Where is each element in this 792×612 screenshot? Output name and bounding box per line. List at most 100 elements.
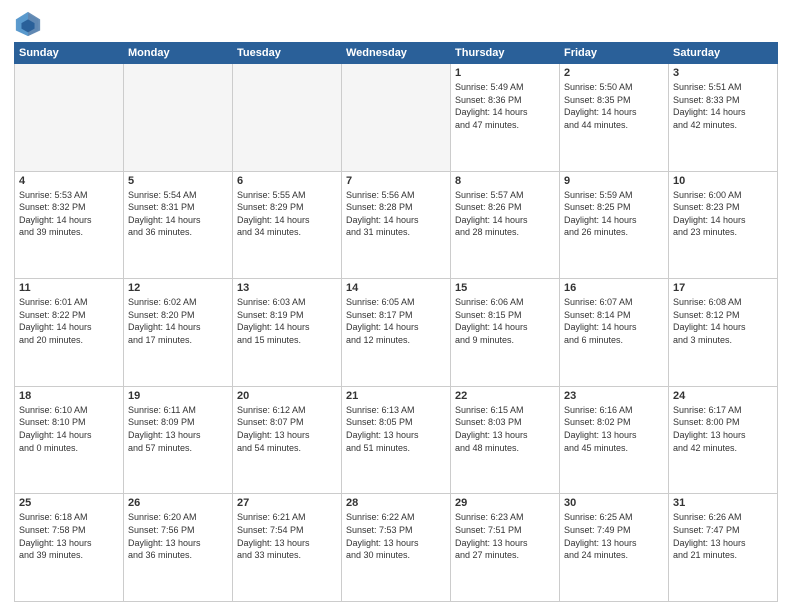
day-number: 15 bbox=[455, 282, 555, 294]
day-number: 13 bbox=[237, 282, 337, 294]
day-cell: 3 Sunrise: 5:51 AMSunset: 8:33 PMDaylight… bbox=[669, 64, 778, 172]
day-number: 11 bbox=[19, 282, 119, 294]
day-info: Sunrise: 5:54 AMSunset: 8:31 PMDaylight:… bbox=[128, 189, 228, 239]
day-info: Sunrise: 5:53 AMSunset: 8:32 PMDaylight:… bbox=[19, 189, 119, 239]
day-info: Sunrise: 5:50 AMSunset: 8:35 PMDaylight:… bbox=[564, 81, 664, 131]
logo-icon bbox=[14, 10, 42, 38]
day-cell: 5Sunrise: 5:54 AMSunset: 8:31 PMDaylight… bbox=[124, 171, 233, 279]
day-number: 10 bbox=[673, 175, 773, 187]
day-info: Sunrise: 6:00 AMSunset: 8:23 PMDaylight:… bbox=[673, 189, 773, 239]
day-number: 30 bbox=[564, 497, 664, 509]
day-cell: 8 Sunrise: 5:57 AMSunset: 8:26 PMDaylight… bbox=[451, 171, 560, 279]
day-number: 22 bbox=[455, 390, 555, 402]
weekday-header-tuesday: Tuesday bbox=[233, 43, 342, 64]
header bbox=[14, 10, 778, 38]
day-number: 8 bbox=[455, 175, 555, 187]
day-cell: 1Sunrise: 5:49 AMSunset: 8:36 PMDaylight… bbox=[451, 64, 560, 172]
weekday-header-row: SundayMondayTuesdayWednesdayThursdayFrid… bbox=[15, 43, 778, 64]
day-info: Sunrise: 6:21 AMSunset: 7:54 PMDaylight:… bbox=[237, 511, 337, 561]
day-cell: 17 Sunrise: 6:08 AMSunset: 8:12 PMDayligh… bbox=[669, 279, 778, 387]
day-number: 21 bbox=[346, 390, 446, 402]
day-info: Sunrise: 5:51 AMSunset: 8:33 PMDaylight:… bbox=[673, 81, 773, 131]
day-cell: 6 Sunrise: 5:55 AMSunset: 8:29 PMDaylight… bbox=[233, 171, 342, 279]
day-number: 29 bbox=[455, 497, 555, 509]
day-number: 14 bbox=[346, 282, 446, 294]
day-number: 2 bbox=[564, 67, 664, 79]
day-cell: 12 Sunrise: 6:02 AMSunset: 8:20 PMDayligh… bbox=[124, 279, 233, 387]
day-cell: 2 Sunrise: 5:50 AMSunset: 8:35 PMDaylight… bbox=[560, 64, 669, 172]
day-cell bbox=[233, 64, 342, 172]
day-number: 20 bbox=[237, 390, 337, 402]
week-row-3: 11 Sunrise: 6:01 AMSunset: 8:22 PMDayligh… bbox=[15, 279, 778, 387]
day-info: Sunrise: 6:20 AMSunset: 7:56 PMDaylight:… bbox=[128, 511, 228, 561]
day-number: 3 bbox=[673, 67, 773, 79]
day-cell: 21Sunrise: 6:13 AMSunset: 8:05 PMDayligh… bbox=[342, 386, 451, 494]
day-cell: 23Sunrise: 6:16 AMSunset: 8:02 PMDayligh… bbox=[560, 386, 669, 494]
day-cell: 25Sunrise: 6:18 AMSunset: 7:58 PMDayligh… bbox=[15, 494, 124, 602]
day-number: 18 bbox=[19, 390, 119, 402]
week-row-4: 18 Sunrise: 6:10 AMSunset: 8:10 PMDayligh… bbox=[15, 386, 778, 494]
day-info: Sunrise: 6:06 AMSunset: 8:15 PMDaylight:… bbox=[455, 296, 555, 346]
day-number: 27 bbox=[237, 497, 337, 509]
day-cell: 14 Sunrise: 6:05 AMSunset: 8:17 PMDayligh… bbox=[342, 279, 451, 387]
day-number: 31 bbox=[673, 497, 773, 509]
day-number: 19 bbox=[128, 390, 228, 402]
day-cell: 13Sunrise: 6:03 AMSunset: 8:19 PMDayligh… bbox=[233, 279, 342, 387]
weekday-header-thursday: Thursday bbox=[451, 43, 560, 64]
day-number: 26 bbox=[128, 497, 228, 509]
day-info: Sunrise: 6:02 AMSunset: 8:20 PMDaylight:… bbox=[128, 296, 228, 346]
day-info: Sunrise: 6:11 AMSunset: 8:09 PMDaylight:… bbox=[128, 404, 228, 454]
week-row-2: 4 Sunrise: 5:53 AMSunset: 8:32 PMDaylight… bbox=[15, 171, 778, 279]
day-info: Sunrise: 6:07 AMSunset: 8:14 PMDaylight:… bbox=[564, 296, 664, 346]
calendar-table: SundayMondayTuesdayWednesdayThursdayFrid… bbox=[14, 42, 778, 602]
day-info: Sunrise: 6:15 AMSunset: 8:03 PMDaylight:… bbox=[455, 404, 555, 454]
day-info: Sunrise: 6:05 AMSunset: 8:17 PMDaylight:… bbox=[346, 296, 446, 346]
day-number: 6 bbox=[237, 175, 337, 187]
day-cell: 31 Sunrise: 6:26 AMSunset: 7:47 PMDayligh… bbox=[669, 494, 778, 602]
day-info: Sunrise: 6:25 AMSunset: 7:49 PMDaylight:… bbox=[564, 511, 664, 561]
day-info: Sunrise: 6:26 AMSunset: 7:47 PMDaylight:… bbox=[673, 511, 773, 561]
day-cell: 4 Sunrise: 5:53 AMSunset: 8:32 PMDaylight… bbox=[15, 171, 124, 279]
day-cell: 28 Sunrise: 6:22 AMSunset: 7:53 PMDayligh… bbox=[342, 494, 451, 602]
day-cell: 30 Sunrise: 6:25 AMSunset: 7:49 PMDayligh… bbox=[560, 494, 669, 602]
weekday-header-friday: Friday bbox=[560, 43, 669, 64]
day-cell: 15 Sunrise: 6:06 AMSunset: 8:15 PMDayligh… bbox=[451, 279, 560, 387]
day-number: 17 bbox=[673, 282, 773, 294]
day-number: 28 bbox=[346, 497, 446, 509]
day-info: Sunrise: 6:10 AMSunset: 8:10 PMDaylight:… bbox=[19, 404, 119, 454]
day-info: Sunrise: 6:22 AMSunset: 7:53 PMDaylight:… bbox=[346, 511, 446, 561]
day-number: 4 bbox=[19, 175, 119, 187]
day-cell: 26 Sunrise: 6:20 AMSunset: 7:56 PMDayligh… bbox=[124, 494, 233, 602]
day-info: Sunrise: 6:01 AMSunset: 8:22 PMDaylight:… bbox=[19, 296, 119, 346]
day-info: Sunrise: 5:56 AMSunset: 8:28 PMDaylight:… bbox=[346, 189, 446, 239]
day-cell: 7 Sunrise: 5:56 AMSunset: 8:28 PMDaylight… bbox=[342, 171, 451, 279]
day-info: Sunrise: 6:23 AMSunset: 7:51 PMDaylight:… bbox=[455, 511, 555, 561]
day-info: Sunrise: 6:12 AMSunset: 8:07 PMDaylight:… bbox=[237, 404, 337, 454]
weekday-header-wednesday: Wednesday bbox=[342, 43, 451, 64]
day-cell: 11 Sunrise: 6:01 AMSunset: 8:22 PMDayligh… bbox=[15, 279, 124, 387]
day-number: 12 bbox=[128, 282, 228, 294]
day-cell: 10 Sunrise: 6:00 AMSunset: 8:23 PMDayligh… bbox=[669, 171, 778, 279]
day-cell: 19 Sunrise: 6:11 AMSunset: 8:09 PMDayligh… bbox=[124, 386, 233, 494]
weekday-header-monday: Monday bbox=[124, 43, 233, 64]
day-info: Sunrise: 5:49 AMSunset: 8:36 PMDaylight:… bbox=[455, 81, 555, 131]
day-cell: 22 Sunrise: 6:15 AMSunset: 8:03 PMDayligh… bbox=[451, 386, 560, 494]
day-cell bbox=[124, 64, 233, 172]
day-cell: 20 Sunrise: 6:12 AMSunset: 8:07 PMDayligh… bbox=[233, 386, 342, 494]
day-number: 24 bbox=[673, 390, 773, 402]
weekday-header-sunday: Sunday bbox=[15, 43, 124, 64]
week-row-1: 1Sunrise: 5:49 AMSunset: 8:36 PMDaylight… bbox=[15, 64, 778, 172]
day-cell: 16 Sunrise: 6:07 AMSunset: 8:14 PMDayligh… bbox=[560, 279, 669, 387]
day-number: 7 bbox=[346, 175, 446, 187]
day-info: Sunrise: 5:57 AMSunset: 8:26 PMDaylight:… bbox=[455, 189, 555, 239]
day-number: 16 bbox=[564, 282, 664, 294]
day-cell bbox=[342, 64, 451, 172]
day-cell: 29 Sunrise: 6:23 AMSunset: 7:51 PMDayligh… bbox=[451, 494, 560, 602]
day-info: Sunrise: 6:18 AMSunset: 7:58 PMDaylight:… bbox=[19, 511, 119, 561]
day-cell bbox=[15, 64, 124, 172]
day-cell: 24 Sunrise: 6:17 AMSunset: 8:00 PMDayligh… bbox=[669, 386, 778, 494]
day-info: Sunrise: 5:55 AMSunset: 8:29 PMDaylight:… bbox=[237, 189, 337, 239]
day-info: Sunrise: 6:08 AMSunset: 8:12 PMDaylight:… bbox=[673, 296, 773, 346]
day-info: Sunrise: 6:17 AMSunset: 8:00 PMDaylight:… bbox=[673, 404, 773, 454]
logo bbox=[14, 10, 46, 38]
